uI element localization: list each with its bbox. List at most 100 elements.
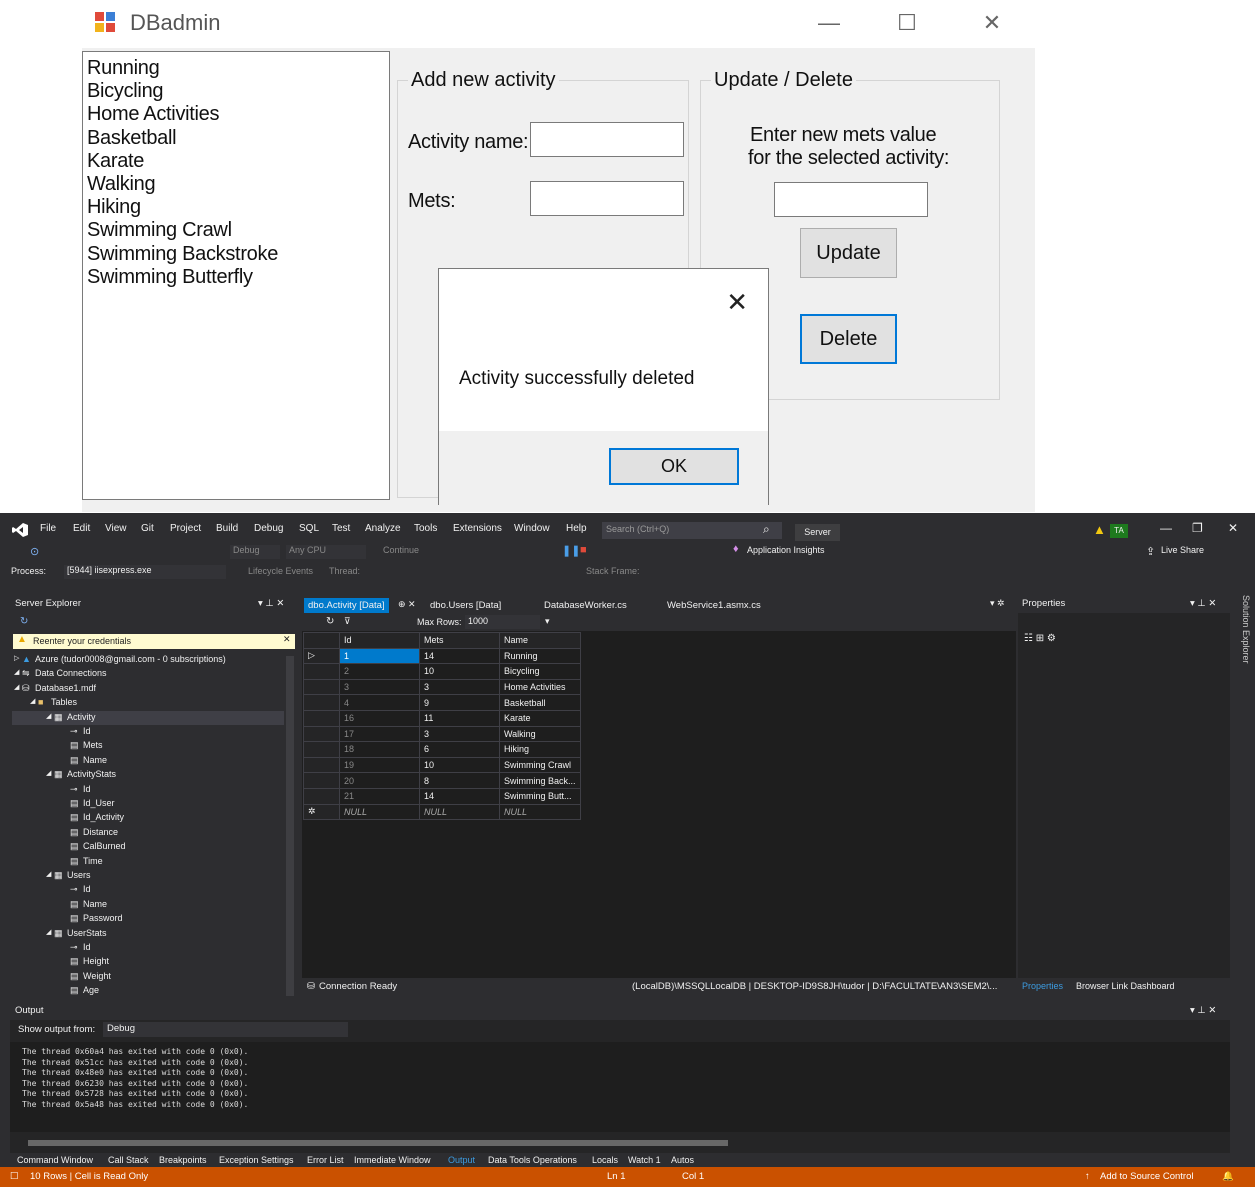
new-mets-input[interactable] — [774, 182, 928, 217]
menu-build[interactable]: Build — [216, 523, 238, 534]
tab-output[interactable]: Output — [448, 1155, 475, 1165]
expand-arrow-icon[interactable]: ◢ — [46, 928, 51, 936]
table-cell[interactable]: 11 — [419, 709, 500, 727]
expand-arrow-icon[interactable]: ◢ — [14, 668, 19, 676]
table-cell[interactable]: Running — [499, 647, 581, 665]
table-cell[interactable]: 3 — [419, 678, 500, 696]
menu-help[interactable]: Help — [566, 523, 587, 534]
table-cell[interactable]: 6 — [419, 741, 500, 758]
table-cell[interactable]: Home Activities — [499, 678, 581, 696]
tree-item[interactable] — [12, 826, 284, 840]
tab-databaseworker[interactable]: DatabaseWorker.cs — [540, 598, 631, 614]
table-cell[interactable]: Swimming Butt... — [499, 787, 581, 805]
close-button[interactable]: ✕ — [972, 8, 1012, 38]
table-row[interactable]: 3 3 Home Activities — [303, 678, 581, 696]
list-item[interactable]: Swimming Butterfly — [83, 266, 389, 289]
table-cell[interactable]: Swimming Crawl — [499, 756, 581, 774]
list-item[interactable]: Bicycling — [83, 80, 389, 103]
tab-data-tools-operations[interactable]: Data Tools Operations — [488, 1155, 577, 1165]
tab-autos[interactable]: Autos — [671, 1155, 694, 1165]
server-explorer-pin-icon[interactable]: ▾ ⊥ ✕ — [258, 595, 284, 613]
platform-dropdown[interactable]: Any CPU — [286, 545, 366, 559]
tree-item[interactable] — [12, 754, 284, 768]
row-header[interactable]: ✲ — [303, 803, 340, 821]
table-row[interactable]: 18 6 Hiking — [303, 741, 581, 758]
credentials-warning[interactable]: Reenter your credentials — [13, 634, 295, 649]
column-header[interactable]: Mets — [419, 632, 500, 649]
list-item[interactable]: Swimming Crawl — [83, 219, 389, 242]
config-dropdown[interactable]: Debug — [230, 545, 280, 559]
search-input[interactable]: Search (Ctrl+Q) — [602, 522, 782, 539]
row-header[interactable] — [303, 663, 340, 680]
table-cell[interactable]: Hiking — [499, 741, 581, 758]
solution-explorer-side-tab[interactable]: Solution Explorer — [1233, 595, 1251, 695]
table-cell[interactable]: 20 — [339, 772, 420, 789]
table-cell[interactable]: 8 — [419, 772, 500, 789]
table-cell[interactable]: Bicycling — [499, 663, 581, 680]
table-row[interactable]: 2 10 Bicycling — [303, 663, 581, 680]
notifications-icon[interactable]: 🔔 — [1222, 1167, 1234, 1187]
tree-item[interactable] — [12, 725, 284, 739]
list-item[interactable]: Running — [83, 52, 389, 80]
tab-overflow-icon[interactable]: ▾ ✲ — [990, 598, 1005, 609]
table-row[interactable]: ✲ NULL NULL NULL — [303, 803, 581, 821]
messagebox-close-button[interactable]: ✕ — [726, 287, 748, 318]
stop-icon[interactable]: ■ — [580, 544, 587, 556]
table-cell[interactable]: 10 — [419, 756, 500, 774]
column-header[interactable]: Name — [499, 632, 581, 649]
process-dropdown[interactable]: [5944] iisexpress.exe — [64, 565, 226, 579]
menu-extensions[interactable]: Extensions — [453, 523, 502, 534]
menu-project[interactable]: Project — [170, 523, 201, 534]
table-cell[interactable]: 10 — [419, 663, 500, 680]
dismiss-warning-icon[interactable]: ✕ — [283, 634, 291, 645]
row-header[interactable] — [303, 787, 340, 805]
row-header[interactable] — [303, 725, 340, 743]
tab-users-data[interactable]: dbo.Users [Data] — [426, 598, 505, 614]
output-hscrollbar[interactable] — [28, 1140, 728, 1146]
menu-test[interactable]: Test — [332, 523, 350, 534]
tab-error-list[interactable]: Error List — [307, 1155, 344, 1165]
tab-command-window[interactable]: Command Window — [17, 1155, 93, 1165]
table-row[interactable]: 17 3 Walking — [303, 725, 581, 743]
table-cell[interactable]: NULL — [499, 803, 581, 821]
tree-item[interactable] — [12, 869, 284, 883]
table-cell[interactable]: Swimming Back... — [499, 772, 581, 789]
tab-exception-settings[interactable]: Exception Settings — [219, 1155, 294, 1165]
expand-arrow-icon[interactable]: ▷ — [14, 654, 19, 662]
table-cell[interactable]: Karate — [499, 709, 581, 727]
tree-item[interactable] — [12, 883, 284, 897]
restore-icon[interactable]: ❐ — [1192, 521, 1203, 535]
minimize-button[interactable]: — — [809, 8, 849, 38]
browser-link-tab[interactable]: Browser Link Dashboard — [1076, 981, 1175, 991]
output-source-dropdown[interactable]: Debug — [103, 1022, 348, 1037]
continue-button[interactable]: Continue — [383, 545, 419, 555]
user-avatar[interactable]: TA — [1110, 524, 1128, 538]
list-item[interactable]: Hiking — [83, 196, 389, 219]
expand-arrow-icon[interactable]: ◢ — [46, 769, 51, 777]
list-item[interactable]: Karate — [83, 150, 389, 173]
tab-locals[interactable]: Locals — [592, 1155, 618, 1165]
menu-view[interactable]: View — [105, 523, 127, 534]
menu-file[interactable]: File — [40, 523, 56, 534]
tree-item[interactable] — [12, 811, 284, 825]
table-cell[interactable]: 17 — [339, 725, 420, 743]
warning-icon[interactable]: ▲ — [1093, 522, 1106, 537]
properties-pin-icon[interactable]: ▾ ⊥ ✕ — [1190, 595, 1216, 613]
tree-item[interactable] — [12, 797, 284, 811]
menu-git[interactable]: Git — [141, 523, 154, 534]
table-cell[interactable]: 4 — [339, 694, 420, 711]
menu-tools[interactable]: Tools — [414, 523, 437, 534]
table-cell[interactable]: 18 — [339, 741, 420, 758]
tree-item[interactable] — [12, 941, 284, 955]
add-source-control-button[interactable]: Add to Source Control — [1100, 1167, 1193, 1187]
table-cell[interactable]: 16 — [339, 709, 420, 727]
properties-tab[interactable]: Properties — [1022, 981, 1063, 991]
table-cell[interactable]: 19 — [339, 756, 420, 774]
tree-item[interactable] — [12, 855, 284, 869]
table-cell[interactable]: 21 — [339, 787, 420, 805]
tab-immediate-window[interactable]: Immediate Window — [354, 1155, 431, 1165]
minimize-icon[interactable]: — — [1160, 521, 1172, 535]
row-header[interactable]: ▷ — [303, 647, 340, 665]
table-cell[interactable]: 1 — [339, 647, 420, 665]
row-header[interactable] — [303, 741, 340, 758]
